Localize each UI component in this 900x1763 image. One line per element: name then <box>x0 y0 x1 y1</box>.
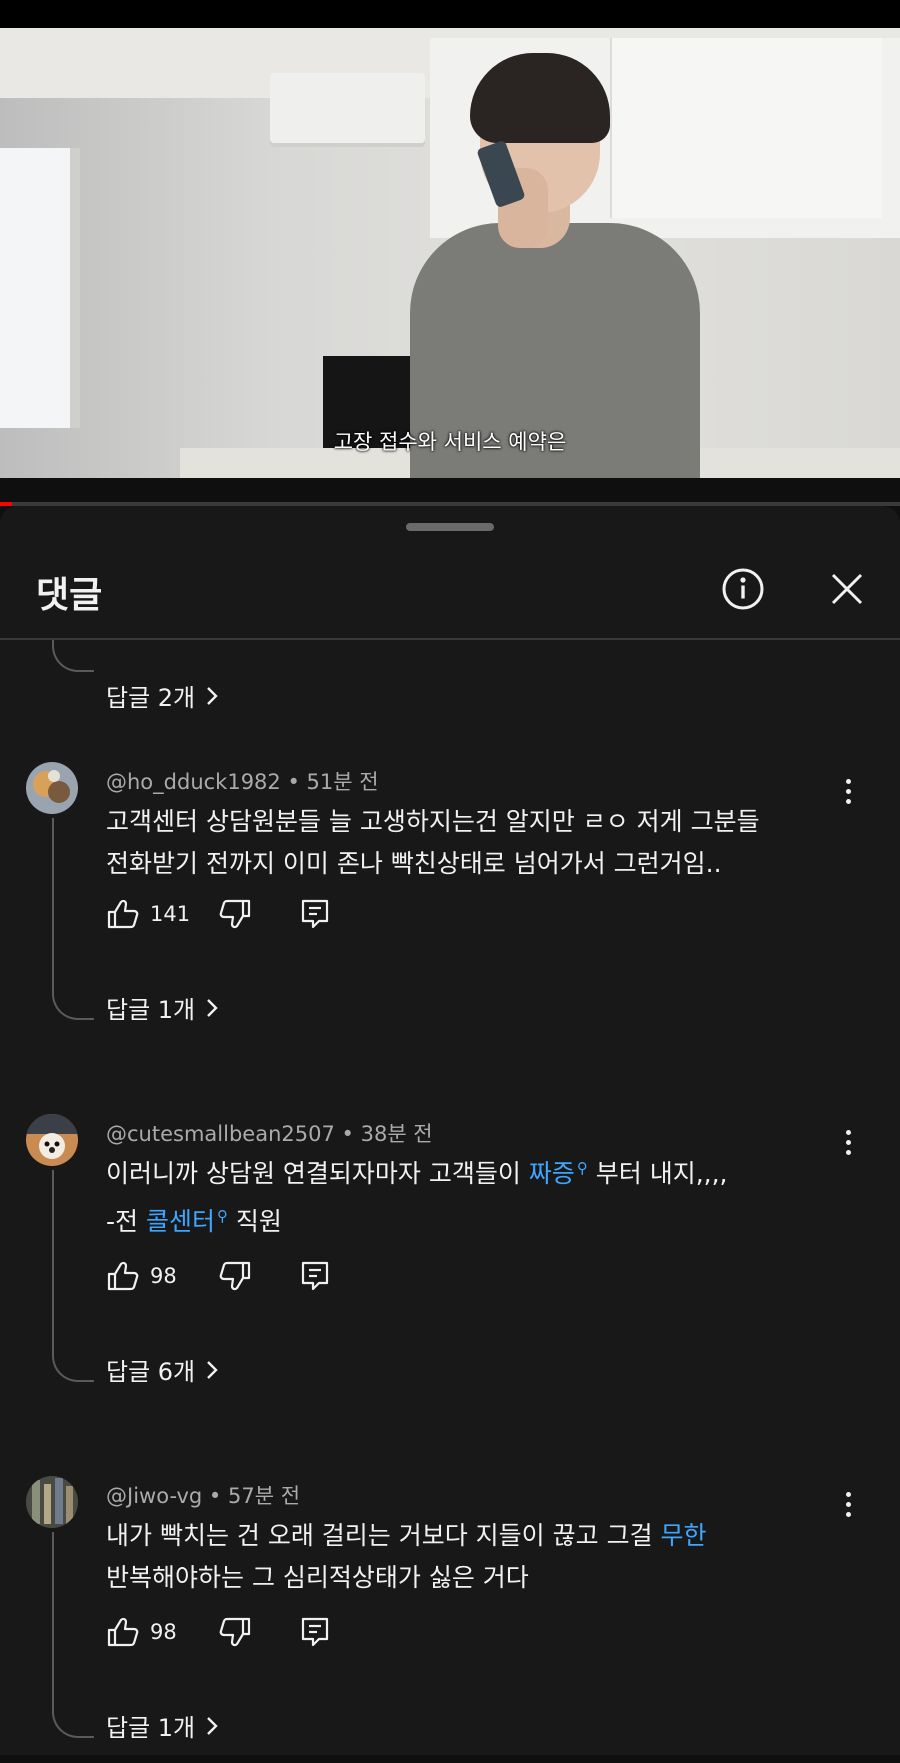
thread-connector <box>52 1346 94 1382</box>
comment-text-part: 내가 빡치는 건 오래 걸리는 거보다 지들이 끊고 그걸 <box>106 1521 661 1550</box>
like-icon[interactable] <box>106 898 140 930</box>
dislike-icon[interactable] <box>218 898 252 930</box>
comments-panel: 댓글 답글 2개 @ho_dduck1982 • 51분 전 고객센터 상담원분… <box>0 506 900 1763</box>
thread-line <box>52 1170 54 1346</box>
separator-dot: • <box>341 1122 354 1146</box>
dislike-icon[interactable] <box>218 1260 252 1292</box>
search-link[interactable]: 콜센터 ⚲ <box>146 1207 228 1236</box>
comment-actions: 98 <box>106 1614 330 1650</box>
comments-list: 답글 2개 @ho_dduck1982 • 51분 전 고객센터 상담원분들 늘… <box>0 640 900 1763</box>
replies-label: 답글 1개 <box>106 1714 196 1742</box>
chevron-right-icon <box>207 1716 218 1735</box>
close-icon <box>831 573 863 605</box>
video-scene-aircon <box>270 73 425 143</box>
comment-text-part: 직원 <box>227 1207 282 1236</box>
like-icon[interactable] <box>106 1260 140 1292</box>
video-progress-fill <box>0 502 12 506</box>
search-link-text: 콜센터 <box>145 1207 215 1236</box>
chevron-right-icon <box>207 998 218 1017</box>
view-replies-button[interactable]: 답글 1개 <box>106 1708 219 1743</box>
more-options-button[interactable] <box>836 1484 860 1524</box>
video-player[interactable]: 고장 접수와 서비스 예약은 <box>0 28 900 478</box>
dislike-icon[interactable] <box>218 1616 252 1648</box>
comment-text: 고객센터 상담원분들 늘 고생하지는건 알지만 ㄹㅇ 저게 그분들 <box>106 807 760 836</box>
like-icon[interactable] <box>106 1616 140 1648</box>
search-icon: ⚲ <box>216 1206 228 1225</box>
search-link-text: 짜증 <box>528 1159 575 1188</box>
like-count: 98 <box>150 1264 177 1288</box>
reply-icon[interactable] <box>300 1260 330 1292</box>
comment-actions: 141 <box>106 896 330 932</box>
more-vert-icon <box>845 778 851 784</box>
view-replies-button[interactable]: 답글 2개 <box>106 678 219 713</box>
comment-meta: @Jiwo-vg • 57분 전 <box>106 1480 300 1510</box>
comment-text: 내가 빡치는 건 오래 걸리는 거보다 지들이 끊고 그걸 무한 <box>106 1516 707 1552</box>
chevron-right-icon <box>207 1360 218 1379</box>
video-scene-window <box>0 148 80 428</box>
view-replies-button[interactable]: 답글 6개 <box>106 1352 219 1387</box>
avatar[interactable] <box>26 1476 78 1528</box>
comment-actions: 98 <box>106 1258 330 1294</box>
more-options-button[interactable] <box>836 771 860 811</box>
avatar[interactable] <box>26 1114 78 1166</box>
comments-header: 댓글 <box>0 546 900 638</box>
avatar[interactable] <box>26 762 78 814</box>
comment-text: 반복해야하는 그 심리적상태가 싫은 거다 <box>106 1563 529 1592</box>
comment-author[interactable]: @cutesmallbean2507 <box>106 1122 335 1146</box>
comment-meta: @ho_dduck1982 • 51분 전 <box>106 766 379 796</box>
thread-line <box>52 818 54 984</box>
comment-author[interactable]: @Jiwo-vg <box>106 1484 202 1508</box>
reply-icon[interactable] <box>300 1616 330 1648</box>
more-options-button[interactable] <box>836 1122 860 1162</box>
like-count: 141 <box>150 902 191 926</box>
replies-label: 답글 1개 <box>106 996 196 1024</box>
drag-handle[interactable] <box>406 523 494 531</box>
info-icon <box>722 568 764 610</box>
search-link[interactable]: 짜증 ⚲ <box>529 1159 588 1188</box>
comment-time: 38분 전 <box>360 1122 433 1146</box>
more-vert-icon <box>845 1129 851 1135</box>
comment-text: -전 콜센터 ⚲ 직원 <box>106 1202 282 1238</box>
bottom-edge <box>0 1755 900 1763</box>
replies-label: 답글 2개 <box>106 684 196 712</box>
close-button[interactable] <box>822 564 872 614</box>
comment-text: 이러니까 상담원 연결되자마자 고객들이 짜증 ⚲ 부터 내지,,,, <box>106 1154 728 1190</box>
thread-connector <box>52 984 94 1020</box>
search-link[interactable]: 무한 <box>661 1521 707 1550</box>
thread-connector <box>52 1702 94 1738</box>
panel-title: 댓글 <box>36 575 103 616</box>
status-bar <box>0 0 900 28</box>
chevron-right-icon <box>207 686 218 705</box>
thread-connector <box>52 640 94 672</box>
video-scene-cabinet-door <box>610 38 882 218</box>
comment-meta: @cutesmallbean2507 • 38분 전 <box>106 1118 433 1148</box>
reply-icon[interactable] <box>300 898 330 930</box>
video-subtitle: 고장 접수와 서비스 예약은 <box>333 430 567 454</box>
info-button[interactable] <box>718 564 768 614</box>
comment-time: 51분 전 <box>306 770 379 794</box>
separator-dot: • <box>287 770 300 794</box>
separator-dot: • <box>208 1484 222 1508</box>
view-replies-button[interactable]: 답글 1개 <box>106 990 219 1025</box>
comment-time: 57분 전 <box>227 1484 301 1508</box>
comment-text-part: 부터 내지,,,, <box>587 1159 728 1188</box>
comment-author[interactable]: @ho_dduck1982 <box>106 770 281 794</box>
comment-text: 전화받기 전까지 이미 존나 빡친상태로 넘어가서 그런거임.. <box>106 849 722 878</box>
more-vert-icon <box>845 1491 851 1497</box>
replies-label: 답글 6개 <box>106 1358 196 1386</box>
comment-text-part: 이러니까 상담원 연결되자마자 고객들이 <box>106 1159 529 1188</box>
search-icon: ⚲ <box>576 1158 588 1177</box>
thread-line <box>52 1532 54 1702</box>
comment-text-part: -전 <box>106 1207 146 1236</box>
like-count: 98 <box>150 1620 177 1644</box>
